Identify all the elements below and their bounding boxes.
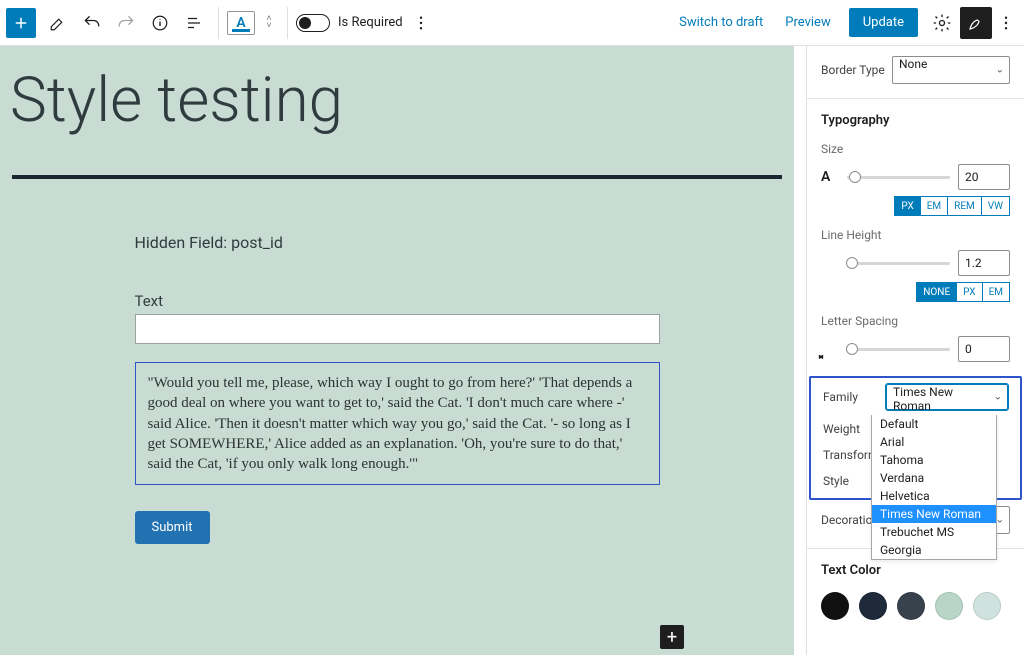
- font-weight-label: Weight: [823, 422, 860, 436]
- unit-em[interactable]: EM: [921, 196, 948, 216]
- size-slider[interactable]: [847, 176, 950, 179]
- color-swatch[interactable]: [973, 592, 1001, 620]
- size-input[interactable]: 20: [958, 164, 1010, 190]
- unit-rem[interactable]: REM: [948, 196, 982, 216]
- letter-spacing-row: ◂▸ 0: [821, 336, 1010, 362]
- font-option[interactable]: Trebuchet MS: [872, 523, 996, 541]
- slider-thumb[interactable]: [849, 171, 861, 183]
- text-color-heading: Text Color: [821, 563, 1010, 578]
- text-input[interactable]: [135, 314, 660, 344]
- unit-em[interactable]: EM: [983, 282, 1010, 302]
- typography-heading: Typography: [821, 113, 1010, 128]
- font-style-label: Style: [823, 474, 849, 488]
- line-height-slider[interactable]: [847, 262, 950, 265]
- form-block: Hidden Field: post_id Text "Would you te…: [135, 233, 660, 544]
- page-title[interactable]: Style testing: [0, 46, 794, 169]
- paragraph-block-selected[interactable]: "Would you tell me, please, which way I …: [135, 362, 660, 485]
- letter-spacing-input[interactable]: 0: [958, 336, 1010, 362]
- top-more-button[interactable]: [994, 7, 1018, 39]
- add-block-button[interactable]: [6, 8, 36, 38]
- font-option[interactable]: Arial: [872, 433, 996, 451]
- font-family-label: Family: [823, 390, 858, 404]
- submit-button[interactable]: Submit: [135, 511, 210, 544]
- update-button[interactable]: Update: [849, 8, 918, 37]
- hr-block[interactable]: [12, 175, 782, 179]
- editor-canvas[interactable]: Style testing Hidden Field: post_id Text…: [0, 46, 794, 655]
- font-family-value: Times New Roman: [893, 385, 953, 413]
- unit-px[interactable]: PX: [894, 196, 920, 216]
- edit-button[interactable]: [42, 7, 74, 39]
- color-swatches: [821, 592, 1010, 620]
- info-button[interactable]: [144, 7, 176, 39]
- border-type-select[interactable]: None ⌄: [892, 56, 1010, 84]
- font-option[interactable]: Georgia: [872, 541, 996, 559]
- text-field-label[interactable]: Text: [135, 292, 660, 310]
- line-height-row: 1.2: [821, 250, 1010, 276]
- block-more-button[interactable]: [409, 7, 433, 39]
- preview-link[interactable]: Preview: [775, 9, 840, 36]
- letter-spacing-slider[interactable]: [847, 348, 950, 351]
- border-type-label: Border Type: [821, 63, 885, 77]
- size-label: Size: [821, 142, 1010, 156]
- hidden-field-label[interactable]: Hidden Field: post_id: [135, 233, 660, 252]
- font-family-group: Family Times New Roman ⌄ Default Arial T…: [809, 376, 1022, 500]
- sidebar-separator: [807, 98, 1024, 99]
- text-color-picker[interactable]: A: [227, 11, 255, 35]
- font-size-stepper[interactable]: ˄ ˅: [259, 11, 279, 35]
- font-size-icon: A: [821, 169, 839, 185]
- line-height-input[interactable]: 1.2: [958, 250, 1010, 276]
- size-unit-pills: PX EM REM VW: [821, 196, 1010, 216]
- undo-button[interactable]: [76, 7, 108, 39]
- color-swatch[interactable]: [897, 592, 925, 620]
- letter-spacing-label: Letter Spacing: [821, 314, 1010, 328]
- line-height-label: Line Height: [821, 228, 1010, 242]
- slider-thumb[interactable]: [846, 343, 858, 355]
- unit-vw[interactable]: VW: [982, 196, 1010, 216]
- text-color-underline: [232, 29, 250, 32]
- is-required-label: Is Required: [338, 15, 403, 30]
- font-family-select[interactable]: Times New Roman ⌄ Default Arial Tahoma V…: [886, 384, 1008, 410]
- styles-panel-button[interactable]: [960, 7, 992, 39]
- font-option[interactable]: Default: [872, 415, 996, 433]
- font-option[interactable]: Helvetica: [872, 487, 996, 505]
- unit-none[interactable]: NONE: [916, 282, 957, 302]
- font-option[interactable]: Tahoma: [872, 451, 996, 469]
- color-swatch[interactable]: [859, 592, 887, 620]
- chevron-down-icon: ⌄: [996, 65, 1004, 76]
- settings-button[interactable]: [926, 7, 958, 39]
- size-slider-row: A 20: [821, 164, 1010, 190]
- font-family-dropdown: Default Arial Tahoma Verdana Helvetica T…: [871, 415, 997, 560]
- border-type-value: None: [899, 57, 927, 71]
- settings-sidebar: Border Type None ⌄ Typography Size A 20 …: [806, 46, 1024, 655]
- unit-px[interactable]: PX: [957, 282, 982, 302]
- chevron-down-icon: ⌄: [994, 392, 1002, 403]
- color-swatch[interactable]: [821, 592, 849, 620]
- switch-to-draft-link[interactable]: Switch to draft: [669, 9, 773, 36]
- border-type-row: Border Type None ⌄: [821, 56, 1010, 84]
- toolbar-separator: [287, 7, 288, 39]
- is-required-toggle[interactable]: [296, 14, 330, 32]
- font-option[interactable]: Verdana: [872, 469, 996, 487]
- toolbar-separator: [218, 7, 219, 39]
- line-unit-pills: NONE PX EM: [821, 282, 1010, 302]
- outline-button[interactable]: [178, 7, 210, 39]
- font-family-row: Family Times New Roman ⌄ Default Arial T…: [823, 384, 1008, 410]
- color-swatch[interactable]: [935, 592, 963, 620]
- top-toolbar: A ˄ ˅ Is Required Switch to draft Previe…: [0, 0, 1024, 46]
- redo-button[interactable]: [110, 7, 142, 39]
- chevron-down-icon: ˅: [266, 23, 271, 30]
- font-option-selected[interactable]: Times New Roman: [872, 505, 996, 523]
- slider-thumb[interactable]: [846, 257, 858, 269]
- add-block-inline-button[interactable]: +: [660, 625, 684, 649]
